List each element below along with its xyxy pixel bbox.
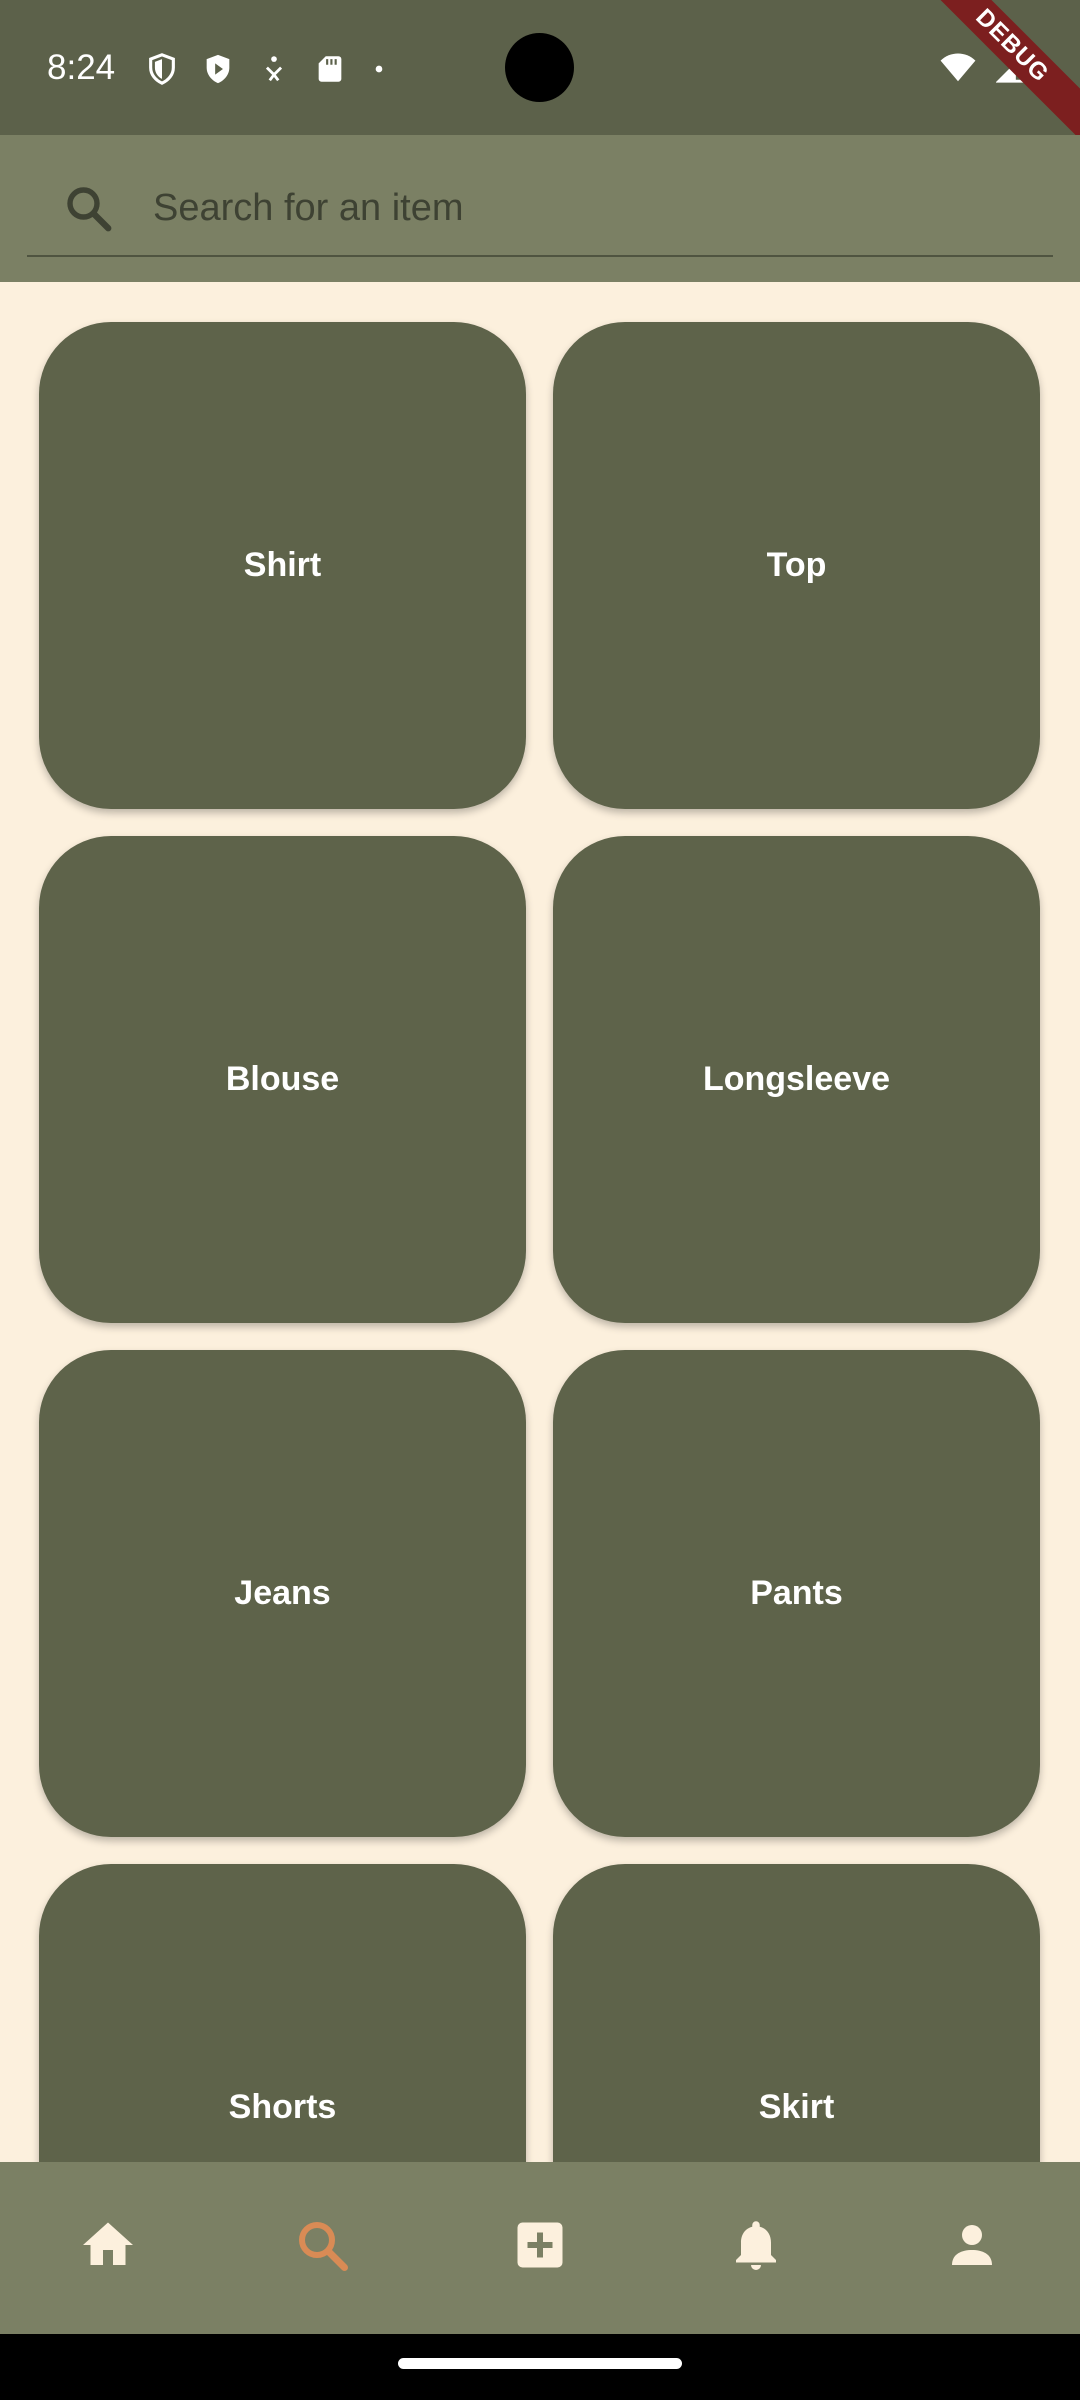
accessibility-icon	[265, 56, 283, 82]
category-label: Longsleeve	[702, 1060, 891, 1098]
category-tile-longsleeve[interactable]: Longsleeve	[553, 836, 1040, 1323]
category-label: Jeans	[234, 1574, 331, 1612]
add-box-icon	[517, 2222, 563, 2268]
bell-icon	[736, 2221, 776, 2270]
category-label: Shirt	[243, 546, 322, 584]
nav-profile[interactable]	[936, 2209, 1008, 2281]
category-tile-pants[interactable]: Pants	[553, 1350, 1040, 1837]
shield-icon	[149, 53, 175, 85]
search-icon	[67, 187, 112, 232]
category-grid: Shirt Top Blouse Longsleeve Jeans Pants …	[0, 282, 1080, 2162]
category-label: Blouse	[225, 1060, 340, 1098]
category-label: Top	[766, 546, 827, 584]
status-time: 8:24	[47, 48, 116, 87]
search-placeholder: Search for an item	[153, 187, 464, 229]
nav-add[interactable]	[504, 2209, 576, 2281]
category-tile-shirt[interactable]: Shirt	[39, 322, 526, 809]
category-label: Pants	[750, 1574, 843, 1612]
category-tile-skirt[interactable]: Skirt	[553, 1864, 1040, 2162]
nav-home[interactable]	[72, 2209, 144, 2281]
category-label: Shorts	[228, 2088, 337, 2126]
home-gesture-handle[interactable]	[398, 2358, 682, 2369]
gesture-bar	[0, 2334, 1080, 2400]
play-protect-icon	[206, 54, 230, 84]
wifi-icon	[940, 53, 976, 82]
status-icons-left	[145, 50, 389, 88]
nav-search[interactable]	[286, 2209, 358, 2281]
search-input[interactable]: Search for an item	[27, 155, 1053, 257]
home-icon	[83, 2222, 133, 2265]
bottom-navigation	[0, 2162, 1080, 2334]
search-app-bar: Search for an item	[0, 135, 1080, 282]
category-tile-shorts[interactable]: Shorts	[39, 1864, 526, 2162]
dot-icon	[375, 65, 383, 73]
category-tile-blouse[interactable]: Blouse	[39, 836, 526, 1323]
search-icon	[299, 2222, 348, 2271]
category-tile-top[interactable]: Top	[553, 322, 1040, 809]
category-tile-jeans[interactable]: Jeans	[39, 1350, 526, 1837]
nav-notifications[interactable]	[720, 2209, 792, 2281]
status-bar: 8:24 DEBUG	[0, 0, 1080, 151]
category-label: Skirt	[758, 2088, 835, 2126]
sd-card-icon	[318, 56, 342, 82]
person-icon	[952, 2225, 992, 2265]
front-camera	[505, 33, 574, 102]
